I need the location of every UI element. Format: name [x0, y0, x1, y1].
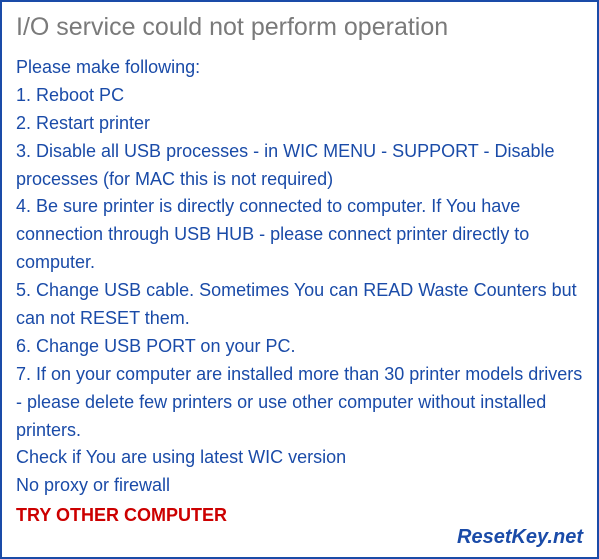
- step-4: 4. Be sure printer is directly connected…: [16, 193, 583, 277]
- step-5: 5. Change USB cable. Sometimes You can R…: [16, 277, 583, 333]
- intro-text: Please make following:: [16, 54, 583, 82]
- step-6: 6. Change USB PORT on your PC.: [16, 333, 583, 361]
- step-2: 2. Restart printer: [16, 110, 583, 138]
- note-proxy: No proxy or firewall: [16, 472, 583, 500]
- step-3: 3. Disable all USB processes - in WIC ME…: [16, 138, 583, 194]
- note-version: Check if You are using latest WIC versio…: [16, 444, 583, 472]
- error-dialog: I/O service could not perform operation …: [0, 0, 599, 559]
- step-7: 7. If on your computer are installed mor…: [16, 361, 583, 445]
- step-1: 1. Reboot PC: [16, 82, 583, 110]
- footer-branding: ResetKey.net: [457, 526, 583, 549]
- error-title: I/O service could not perform operation: [16, 12, 583, 42]
